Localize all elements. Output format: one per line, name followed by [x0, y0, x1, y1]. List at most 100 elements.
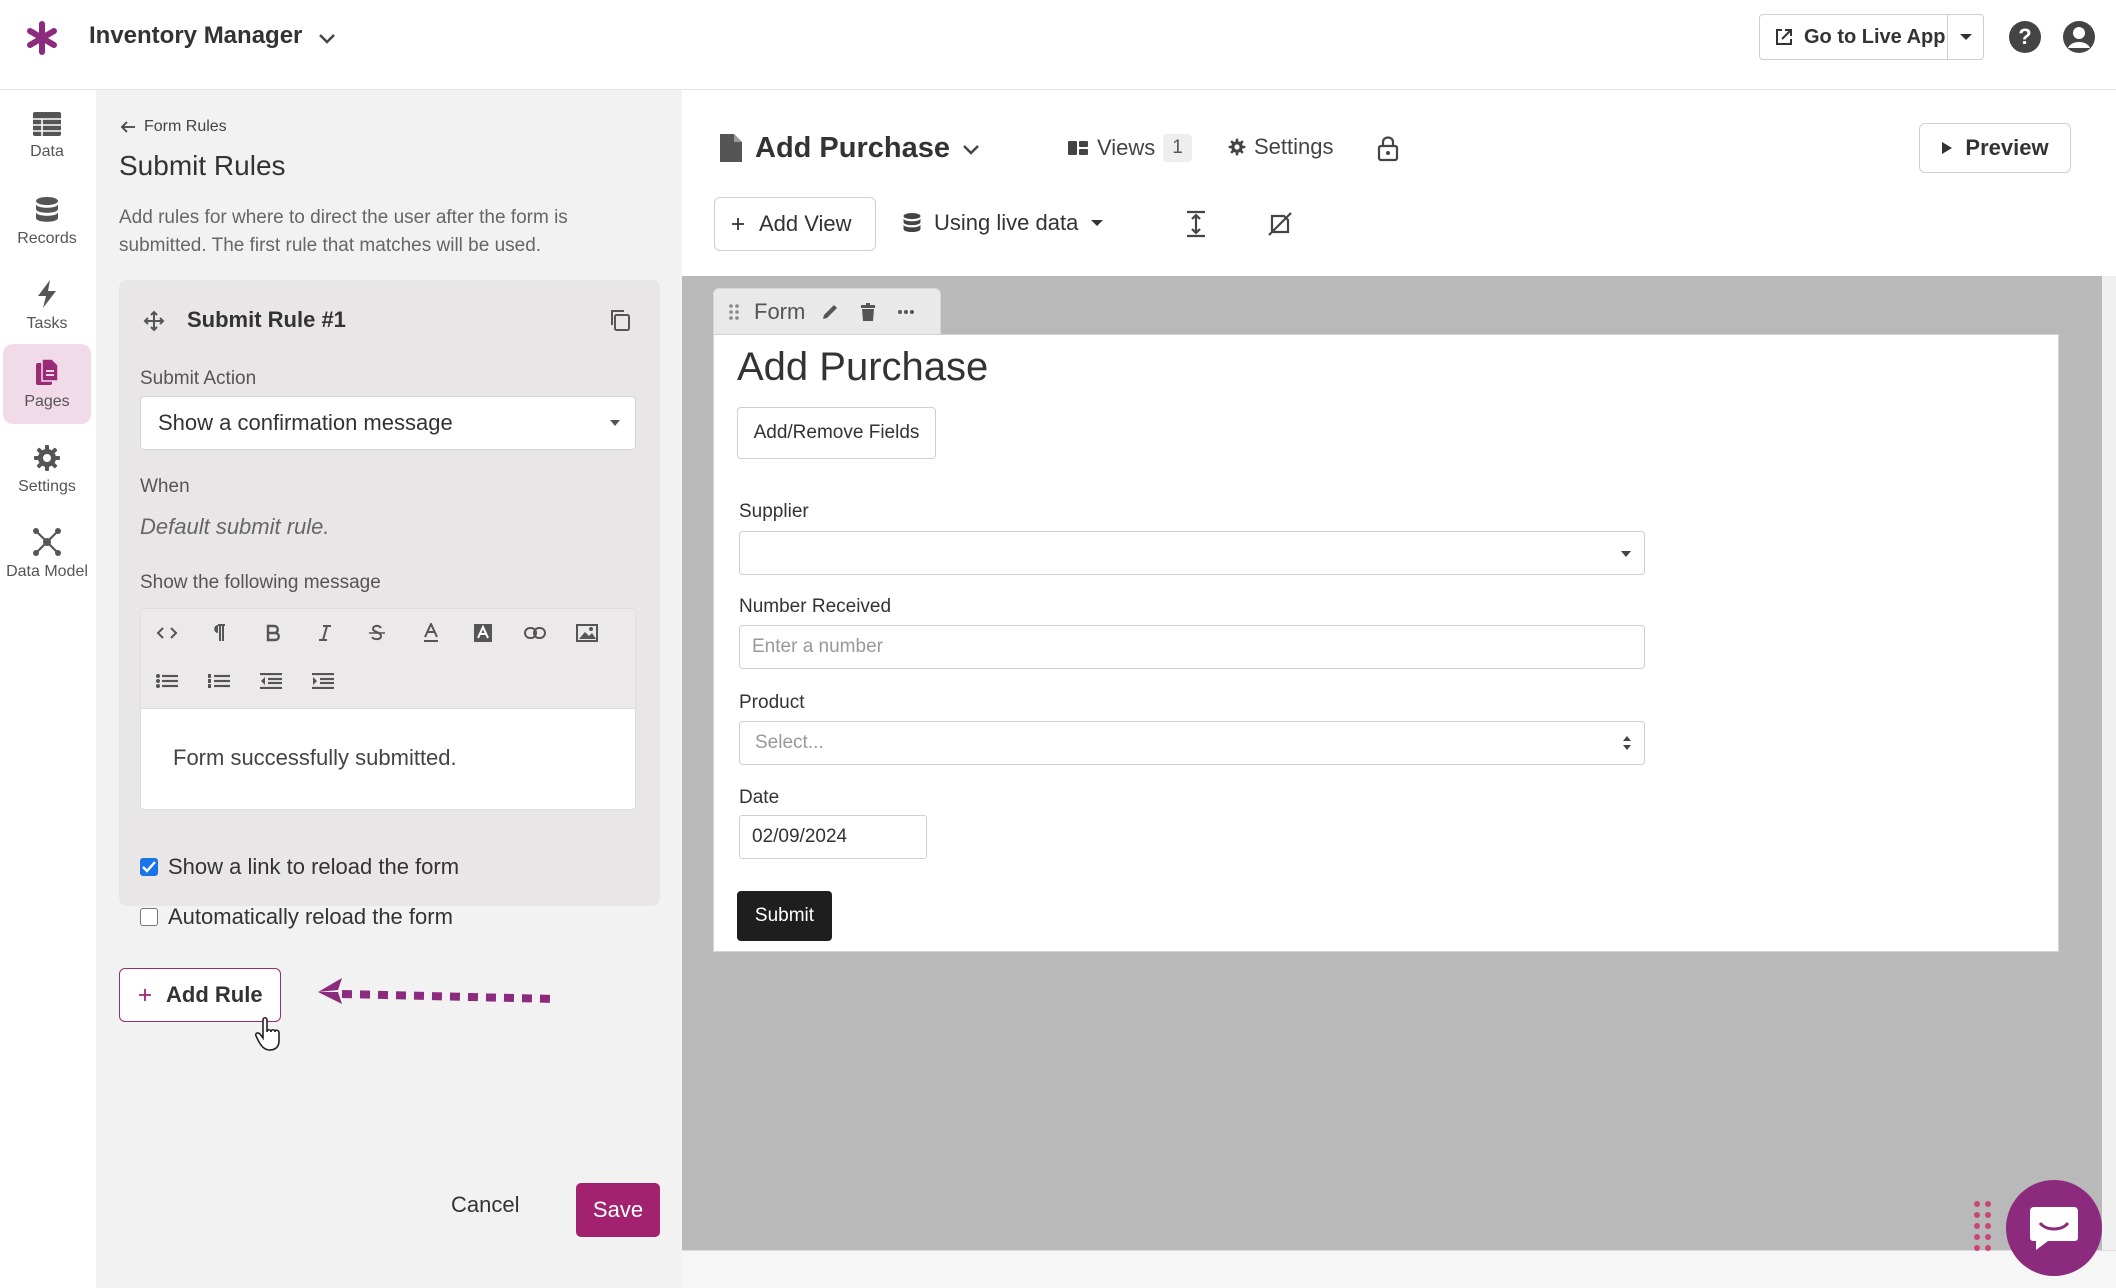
- page-settings-link[interactable]: Settings: [1228, 134, 1334, 160]
- chat-support-button[interactable]: [2006, 1180, 2102, 1276]
- edit-view-button[interactable]: [819, 301, 841, 323]
- nav-item-records[interactable]: Records: [3, 182, 91, 262]
- database-icon: [36, 197, 58, 222]
- page-header: Add Purchase Views 1 Settings Preview Ad…: [682, 90, 2116, 276]
- reload-link-option[interactable]: Show a link to reload the form: [140, 854, 459, 880]
- hand-cursor-icon: [255, 1016, 280, 1051]
- nav-label: Tasks: [26, 315, 68, 332]
- live-app-dropdown-button[interactable]: [1948, 32, 1983, 42]
- chevron-down-icon[interactable]: [316, 27, 338, 49]
- paragraph-icon[interactable]: [205, 619, 233, 647]
- drag-handle-icon[interactable]: [728, 303, 740, 321]
- strikethrough-icon[interactable]: [363, 619, 391, 647]
- supplier-select[interactable]: [739, 531, 1645, 575]
- view-tab-form[interactable]: Form: [713, 288, 941, 334]
- date-input[interactable]: 02/09/2024: [739, 815, 927, 859]
- views-menu[interactable]: Views 1: [1067, 134, 1192, 162]
- chevron-down-icon[interactable]: [960, 138, 982, 160]
- pencil-icon: [823, 304, 838, 319]
- number-received-input[interactable]: Enter a number: [739, 625, 1645, 669]
- preview-button[interactable]: Preview: [1919, 123, 2071, 173]
- add-rule-label: Add Rule: [166, 982, 263, 1007]
- submit-action-select[interactable]: Show a confirmation message: [140, 396, 636, 450]
- go-to-live-app-button[interactable]: Go to Live App: [1759, 14, 1984, 60]
- outdent-icon[interactable]: [257, 667, 285, 695]
- vertical-height-icon[interactable]: [1184, 210, 1208, 238]
- copy-icon[interactable]: [608, 308, 632, 332]
- move-icon[interactable]: [143, 310, 165, 332]
- trash-icon: [861, 302, 876, 321]
- left-nav: Data Records Tasks Pages Settings Data M…: [0, 90, 96, 1288]
- auto-reload-option[interactable]: Automatically reload the form: [140, 904, 453, 930]
- number-received-label: Number Received: [739, 596, 892, 617]
- view-tab-label: Form: [754, 298, 806, 324]
- canvas-scrollbar[interactable]: [2102, 276, 2116, 1250]
- caret-down-icon: [1091, 220, 1104, 226]
- add-rule-button[interactable]: Add Rule: [119, 968, 281, 1022]
- gear-icon: [34, 445, 60, 471]
- text-color-icon[interactable]: [417, 619, 445, 647]
- save-button[interactable]: Save: [576, 1183, 660, 1237]
- message-text: Form successfully submitted.: [173, 745, 457, 770]
- settings-label: Settings: [1254, 134, 1334, 159]
- numbered-list-icon[interactable]: [205, 667, 233, 695]
- indent-icon[interactable]: [309, 667, 337, 695]
- bullet-list-icon[interactable]: [153, 667, 181, 695]
- data-mode-dropdown[interactable]: Using live data: [902, 210, 1104, 236]
- network-icon: [33, 528, 61, 556]
- product-select[interactable]: Select...: [739, 721, 1645, 765]
- submit-action-value: Show a confirmation message: [158, 410, 453, 435]
- form-view: Add Purchase Add/Remove Fields Supplier …: [713, 334, 2059, 952]
- plus-icon: [139, 989, 151, 1001]
- app-logo-icon[interactable]: [22, 18, 62, 58]
- code-icon[interactable]: [153, 619, 181, 647]
- bold-icon[interactable]: [259, 619, 287, 647]
- lock-icon[interactable]: [1376, 134, 1400, 162]
- delete-view-button[interactable]: [857, 301, 879, 323]
- reload-link-checkbox[interactable]: [140, 858, 158, 876]
- image-icon[interactable]: [573, 619, 601, 647]
- top-bar: Inventory Manager Go to Live App ?: [0, 0, 2116, 90]
- form-submit-button[interactable]: Submit: [737, 891, 832, 941]
- auto-reload-checkbox[interactable]: [140, 908, 158, 926]
- caret-down-icon: [1621, 551, 1631, 557]
- views-label: Views: [1097, 135, 1156, 160]
- auto-reload-label: Automatically reload the form: [168, 904, 453, 929]
- nav-label: Data: [30, 143, 64, 160]
- nav-item-settings[interactable]: Settings: [3, 430, 91, 510]
- nav-item-pages[interactable]: Pages: [3, 344, 91, 424]
- add-view-label: Add View: [759, 211, 852, 236]
- help-icon[interactable]: ?: [2008, 20, 2042, 54]
- chat-icon: [2030, 1207, 2078, 1250]
- nav-label: Pages: [24, 393, 70, 410]
- nav-label: Records: [17, 230, 77, 247]
- go-to-live-app-main[interactable]: Go to Live App: [1760, 15, 1948, 59]
- product-placeholder: Select...: [755, 732, 824, 753]
- link-icon[interactable]: [521, 619, 549, 647]
- no-style-icon[interactable]: [1266, 210, 1294, 238]
- grip-dots-icon[interactable]: [1972, 1200, 1994, 1252]
- supplier-label: Supplier: [739, 501, 809, 522]
- back-to-form-rules-link[interactable]: Form Rules: [120, 118, 227, 136]
- form-title: Add Purchase: [737, 345, 989, 389]
- page-title[interactable]: Add Purchase: [755, 132, 950, 165]
- canvas-footer: [682, 1250, 2116, 1288]
- caret-down-icon: [610, 420, 620, 426]
- nav-item-data[interactable]: Data: [3, 96, 91, 176]
- lightning-icon: [38, 280, 56, 308]
- nav-item-tasks[interactable]: Tasks: [3, 266, 91, 346]
- cancel-button[interactable]: Cancel: [451, 1192, 519, 1218]
- nav-item-data-model[interactable]: Data Model: [3, 514, 91, 594]
- user-avatar-icon[interactable]: [2062, 20, 2096, 54]
- message-editor[interactable]: Form successfully submitted.: [140, 608, 636, 810]
- view-more-button[interactable]: [895, 301, 917, 323]
- views-count-badge: 1: [1163, 134, 1192, 162]
- add-remove-fields-button[interactable]: Add/Remove Fields: [737, 407, 936, 459]
- preview-label: Preview: [1965, 135, 2049, 160]
- add-view-button[interactable]: Add View: [714, 197, 876, 251]
- caret-down-icon: [1959, 34, 1972, 40]
- app-title[interactable]: Inventory Manager: [89, 22, 302, 50]
- italic-icon[interactable]: [311, 619, 339, 647]
- views-icon: [1068, 141, 1088, 155]
- highlight-color-icon[interactable]: [469, 619, 497, 647]
